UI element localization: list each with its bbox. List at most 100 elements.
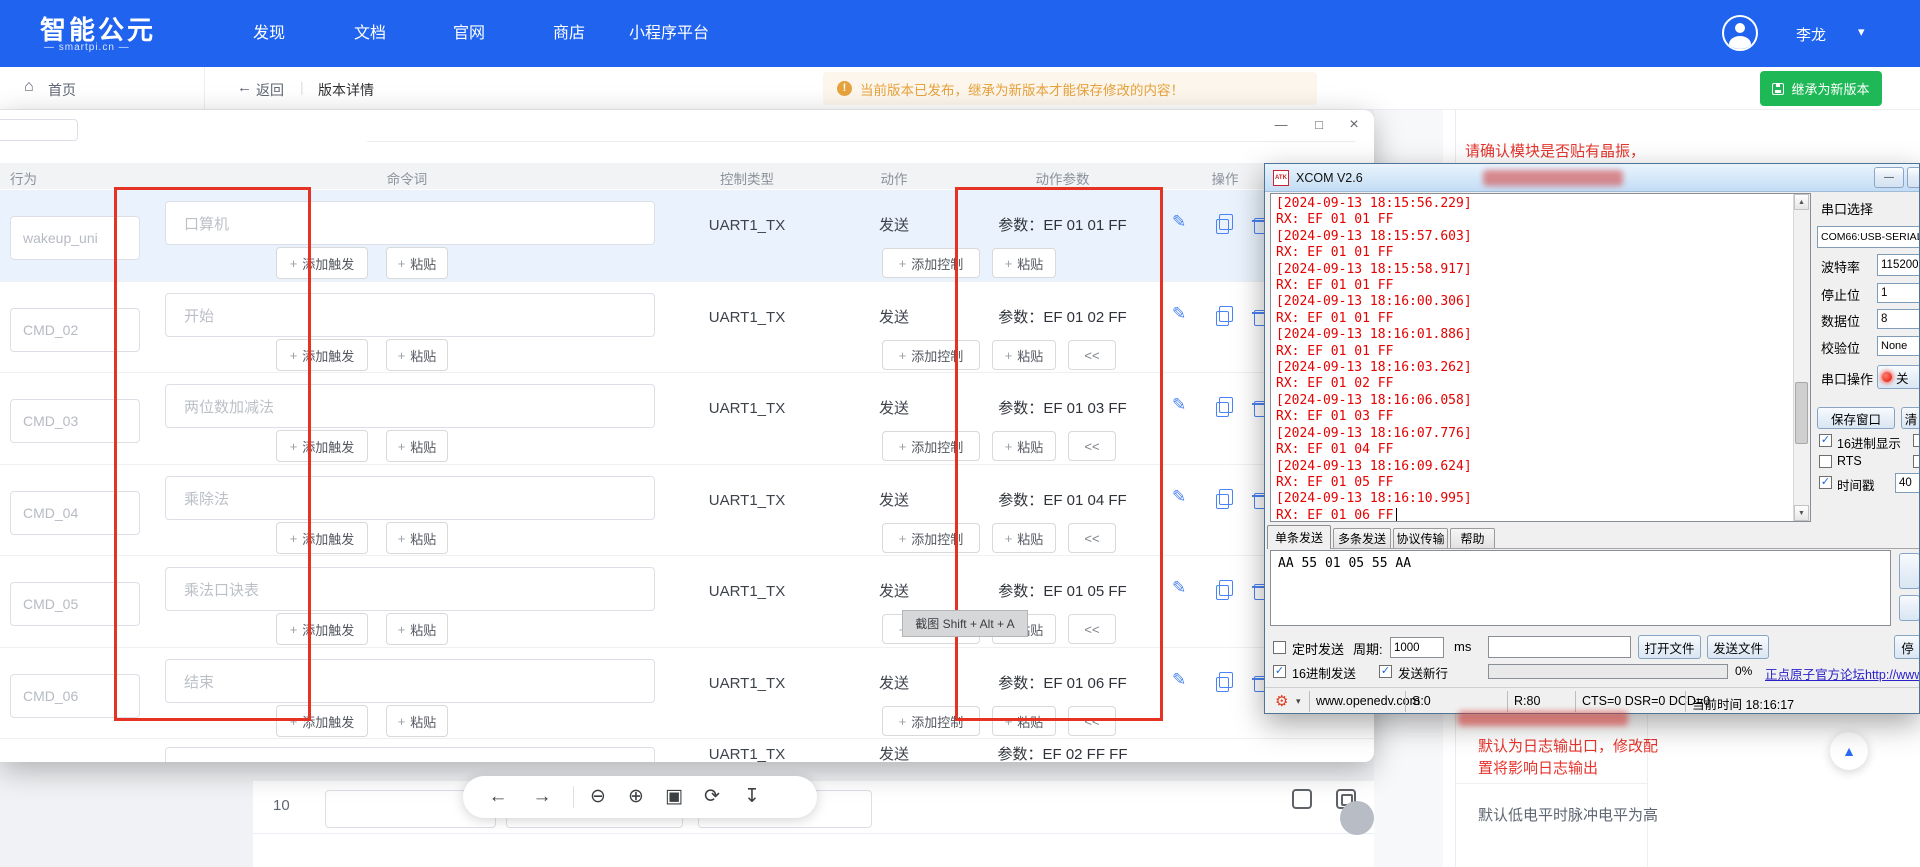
maximize-icon[interactable]: □ (1907, 167, 1920, 188)
send-button-partial[interactable] (1899, 553, 1920, 589)
edit-icon[interactable]: ✎ (1172, 304, 1186, 324)
gear-dropdown-icon[interactable]: ▾ (1296, 696, 1301, 707)
stop-bits-dropdown[interactable]: 1 (1877, 283, 1920, 303)
serial-log-area[interactable]: [2024-09-13 18:15:56.229]RX: EF 01 01 FF… (1270, 193, 1811, 522)
close-icon[interactable]: × (1341, 114, 1367, 136)
edit-icon[interactable]: ✎ (1172, 487, 1186, 507)
back-icon[interactable]: ← (485, 776, 511, 818)
rotate-icon[interactable]: ⟳ (699, 776, 725, 818)
behavior-input[interactable]: CMD_02 (10, 308, 140, 352)
back-to-top-button[interactable]: ▲ (1830, 732, 1868, 770)
copy-icon[interactable] (1216, 311, 1229, 326)
user-name[interactable]: 李龙 (1796, 24, 1826, 45)
edit-icon[interactable]: ✎ (1172, 395, 1186, 415)
edit-icon[interactable]: ✎ (1172, 212, 1186, 232)
add-control-button[interactable]: +添加控制 (882, 340, 980, 370)
hex-display-checkbox[interactable]: ✓ (1819, 434, 1832, 447)
tab-help[interactable]: 帮助 (1450, 528, 1495, 549)
command-word-input[interactable]: 乘法口诀表 (165, 567, 655, 611)
inherit-new-version-button[interactable]: 继承为新版本 (1760, 71, 1882, 106)
paste-button[interactable]: +粘贴 (386, 247, 448, 279)
minimize-icon[interactable]: — (1874, 167, 1904, 188)
command-word-input[interactable]: 口算机 (165, 201, 655, 245)
clear-send-button-partial[interactable] (1899, 595, 1920, 621)
gear-icon[interactable]: ⚙ (1275, 692, 1288, 710)
chevron-down-icon[interactable]: ▾ (1858, 24, 1865, 40)
close-port-button[interactable]: 关 (1877, 365, 1920, 389)
forum-link[interactable]: 正点原子官方论坛http://www.opene (1765, 664, 1920, 683)
tab-single-send[interactable]: 单条发送 (1267, 525, 1331, 549)
copy-icon[interactable] (1216, 402, 1229, 417)
copy-icon[interactable] (1216, 494, 1229, 509)
data-bits-dropdown[interactable]: 8 (1877, 309, 1920, 329)
add-trigger-button[interactable]: +添加触发 (276, 613, 368, 645)
nav-item[interactable]: 文档 (346, 0, 394, 67)
behavior-input[interactable]: CMD_05 (10, 582, 140, 626)
paste-button[interactable]: +粘贴 (992, 248, 1056, 278)
cut-checkbox[interactable] (1913, 455, 1920, 468)
collapse-button[interactable]: << (1068, 614, 1116, 644)
zoom-out-icon[interactable]: ⊖ (585, 776, 611, 818)
paste-button[interactable]: +粘贴 (992, 431, 1056, 461)
copy-icon[interactable] (1216, 585, 1229, 600)
stop-send-button-partial[interactable]: 停 (1894, 635, 1920, 659)
xcom-titlebar[interactable]: ATK XCOM V2.6 — □ (1265, 164, 1920, 192)
cut-checkbox[interactable] (1913, 434, 1920, 447)
nav-item[interactable]: 商店 (545, 0, 593, 67)
tab-protocol[interactable]: 协议传输 (1393, 528, 1448, 549)
copy-icon[interactable] (1216, 677, 1229, 692)
hex-send-checkbox[interactable]: ✓ (1273, 665, 1286, 678)
edit-icon[interactable]: ✎ (1172, 578, 1186, 598)
add-trigger-button[interactable]: +添加触发 (276, 705, 368, 737)
command-word-input[interactable]: 结束 (165, 659, 655, 703)
command-word-input[interactable]: 开始 (165, 293, 655, 337)
command-word-input[interactable] (165, 747, 655, 762)
paste-button[interactable]: +粘贴 (386, 430, 448, 462)
save-window-button[interactable]: 保存窗口 (1817, 407, 1895, 429)
collapse-button[interactable]: << (1068, 706, 1116, 736)
send-input-area[interactable]: AA 55 01 05 55 AA (1270, 550, 1891, 626)
command-word-input[interactable]: 乘除法 (165, 476, 655, 520)
send-newline-checkbox[interactable]: ✓ (1379, 665, 1392, 678)
window-stack-icon[interactable] (1292, 789, 1312, 809)
forward-icon[interactable]: → (529, 776, 555, 818)
user-avatar-icon[interactable] (1722, 15, 1758, 51)
collapse-button[interactable]: << (1068, 523, 1116, 553)
port-select-dropdown[interactable]: COM66:USB-SERIAL (1817, 226, 1920, 248)
floating-circle-button[interactable] (1340, 801, 1374, 835)
zoom-in-icon[interactable]: ⊕ (623, 776, 649, 818)
collapse-button[interactable]: << (1068, 340, 1116, 370)
breadcrumb-home[interactable]: 首页 (48, 80, 76, 100)
add-trigger-button[interactable]: +添加触发 (276, 339, 368, 371)
behavior-input[interactable]: CMD_04 (10, 491, 140, 535)
back-button[interactable]: 返回 (256, 80, 284, 100)
nav-item[interactable]: 小程序平台 (619, 0, 719, 67)
add-trigger-button[interactable]: +添加触发 (276, 247, 368, 279)
minimize-icon[interactable]: — (1268, 114, 1294, 136)
add-control-button[interactable]: +添加控制 (882, 523, 980, 553)
behavior-input[interactable]: wakeup_uni (10, 216, 140, 260)
nav-item[interactable]: 官网 (445, 0, 493, 67)
add-control-button[interactable]: +添加控制 (882, 706, 980, 736)
add-control-button[interactable]: +添加控制 (882, 431, 980, 461)
log-scrollbar[interactable]: ▲ ▼ (1793, 194, 1810, 521)
timestamp-checkbox[interactable]: ✓ (1819, 476, 1832, 489)
send-file-button[interactable]: 发送文件 (1707, 635, 1769, 659)
paste-button[interactable]: +粘贴 (992, 706, 1056, 736)
paste-button[interactable]: +粘贴 (992, 340, 1056, 370)
baud-dropdown[interactable]: 115200 (1877, 254, 1920, 276)
paste-button[interactable]: +粘贴 (386, 705, 448, 737)
period-input[interactable]: 1000 (1390, 637, 1444, 658)
parity-dropdown[interactable]: None (1877, 336, 1920, 356)
file-path-field[interactable] (1488, 636, 1631, 658)
timed-send-checkbox[interactable] (1273, 641, 1286, 654)
home-icon[interactable]: ⌂ (24, 78, 34, 96)
rts-checkbox[interactable] (1819, 455, 1832, 468)
scroll-down-icon[interactable]: ▼ (1794, 505, 1809, 521)
back-arrow-icon[interactable]: ← (237, 79, 252, 96)
behavior-input[interactable]: CMD_03 (10, 399, 140, 443)
copy-icon[interactable] (1216, 219, 1229, 234)
scrollbar-thumb[interactable] (1795, 382, 1808, 444)
paste-button[interactable]: +粘贴 (992, 523, 1056, 553)
add-trigger-button[interactable]: +添加触发 (276, 430, 368, 462)
